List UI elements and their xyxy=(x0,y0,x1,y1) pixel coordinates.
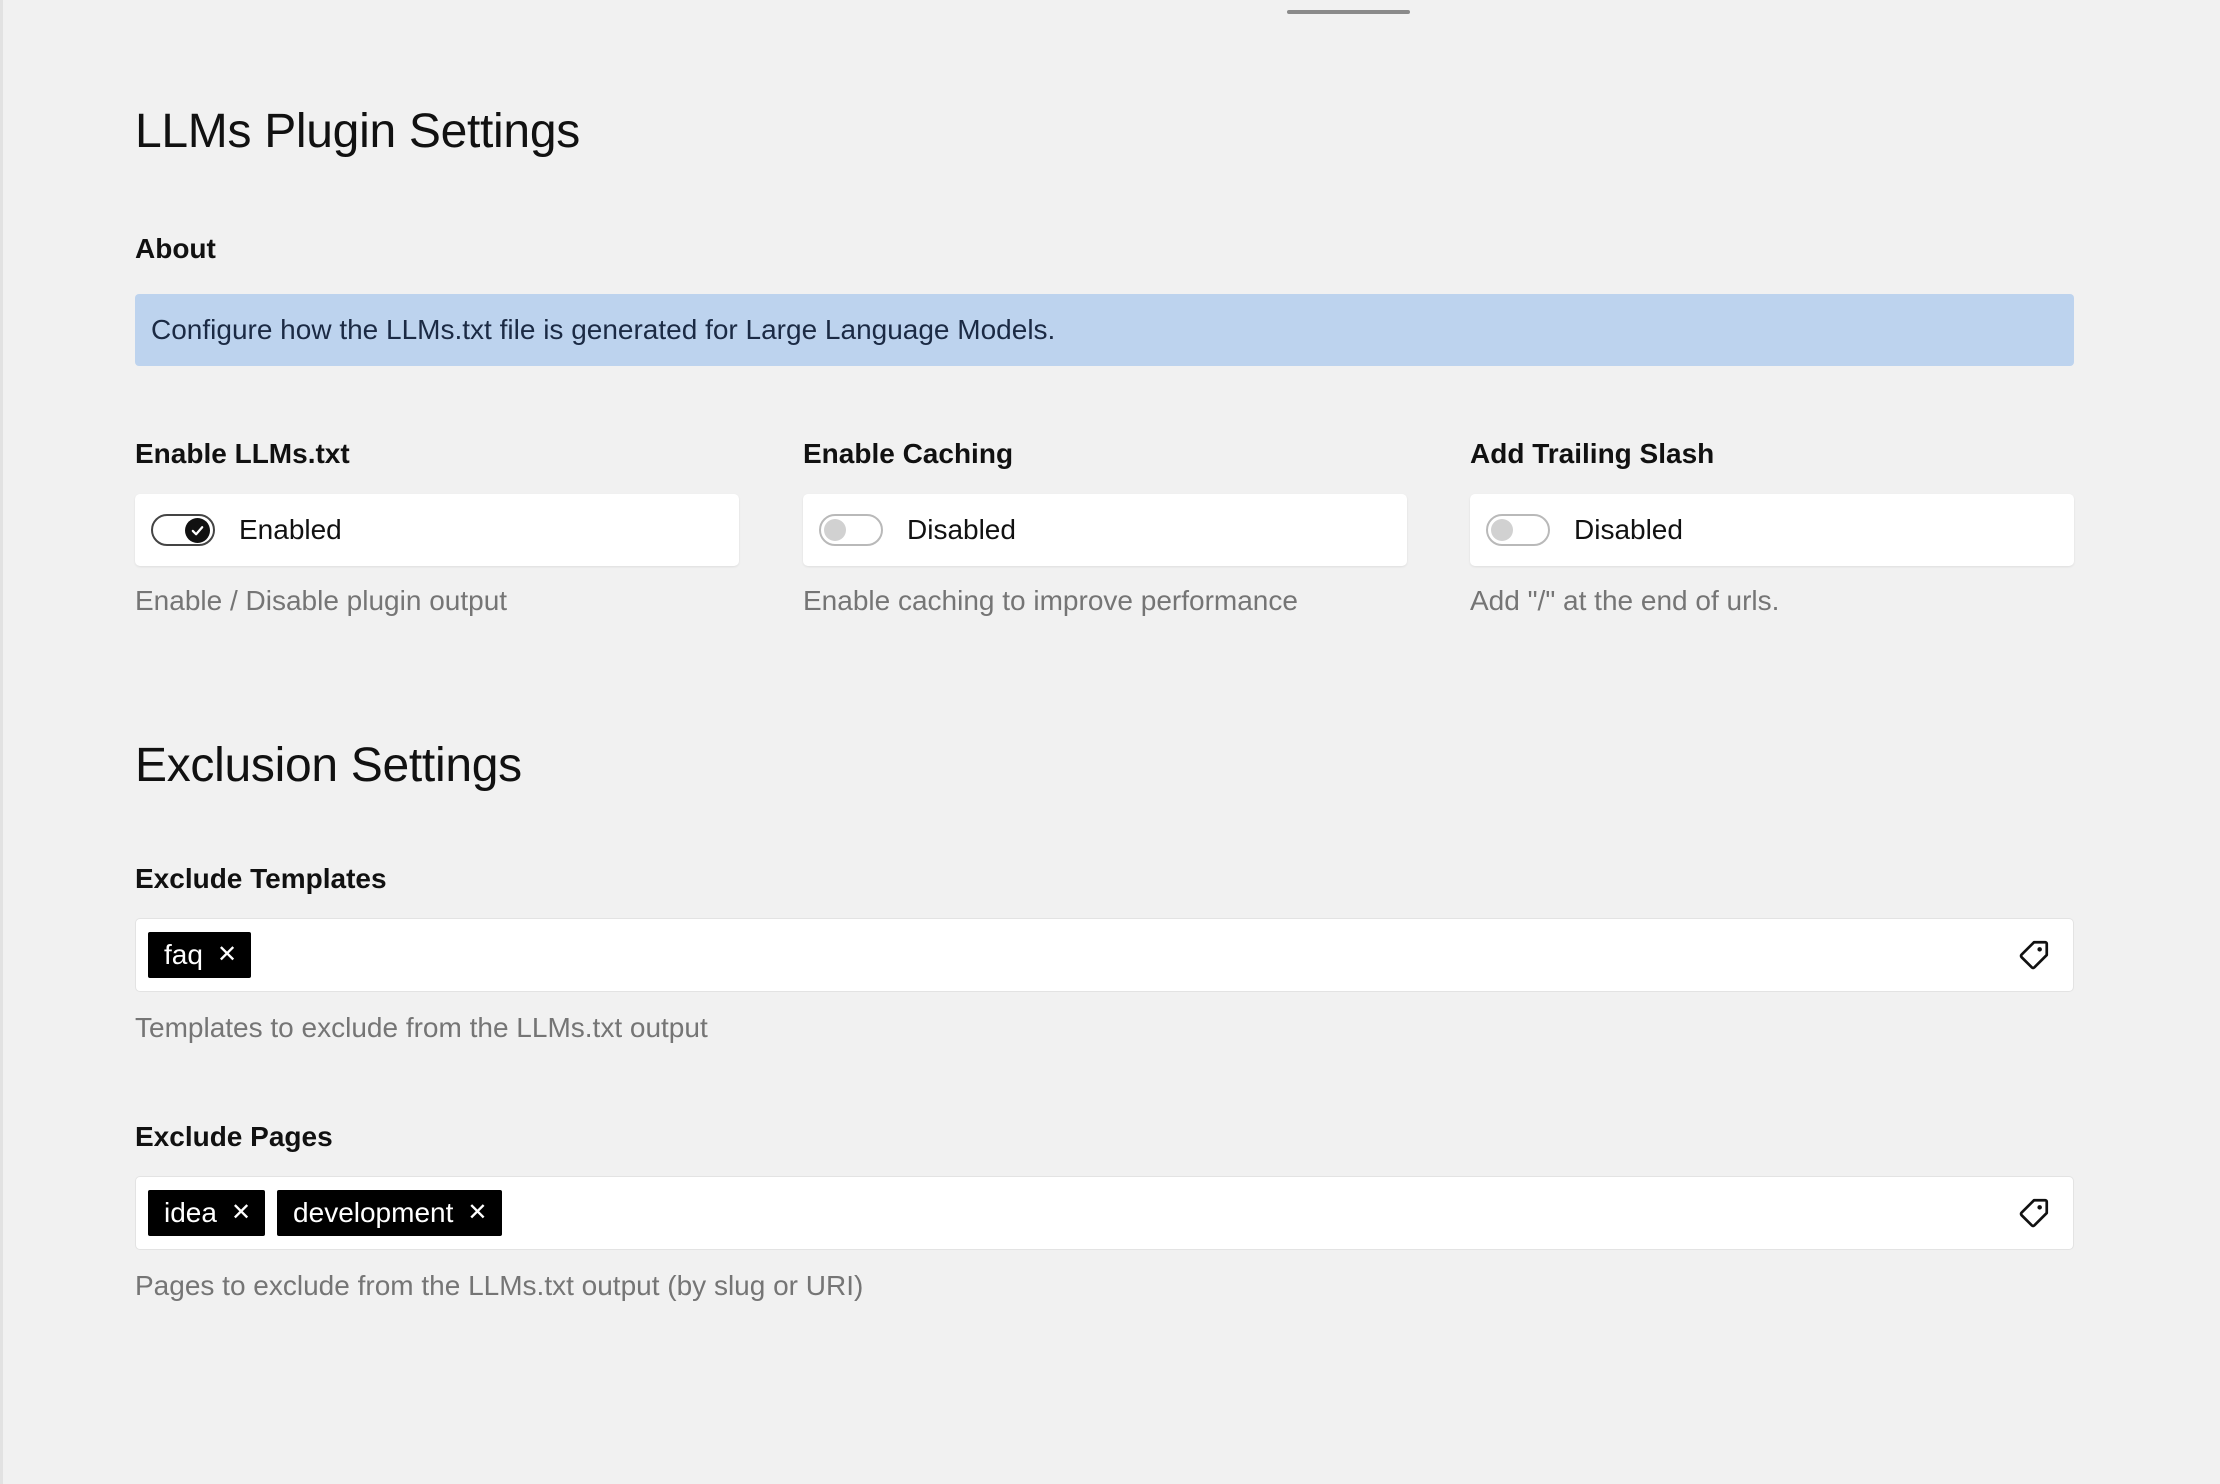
enable-llms-state: Enabled xyxy=(239,514,342,545)
enable-caching-state: Disabled xyxy=(907,514,1016,545)
exclude-templates-field[interactable]: faq ✕ xyxy=(135,918,2074,992)
trailing-slash-toggle-box[interactable]: Disabled xyxy=(1470,494,2074,566)
trailing-slash-switch[interactable] xyxy=(1486,514,1550,546)
close-icon[interactable]: ✕ xyxy=(217,943,237,967)
enable-caching-switch[interactable] xyxy=(819,514,883,546)
tag-icon xyxy=(2019,940,2049,970)
about-label: About xyxy=(135,233,216,264)
enable-caching-label: Enable Caching xyxy=(803,438,1014,469)
exclude-pages-label: Exclude Pages xyxy=(135,1121,333,1152)
left-border xyxy=(0,0,3,1484)
enable-caching-toggle-box[interactable]: Disabled xyxy=(803,494,1407,566)
trailing-slash-state: Disabled xyxy=(1574,514,1683,545)
enable-llms-switch[interactable] xyxy=(151,514,215,546)
tag-icon xyxy=(2019,1198,2049,1228)
exclude-templates-help: Templates to exclude from the LLMs.txt o… xyxy=(135,1012,708,1043)
switch-knob xyxy=(185,518,210,543)
tag-chip: faq ✕ xyxy=(148,932,252,978)
exclude-pages-help: Pages to exclude from the LLMs.txt outpu… xyxy=(135,1270,864,1301)
active-tab-indicator xyxy=(1287,10,1410,14)
enable-caching-help: Enable caching to improve performance xyxy=(803,585,1298,616)
about-notice: Configure how the LLMs.txt file is gener… xyxy=(135,294,2074,366)
page-title: LLMs Plugin Settings xyxy=(135,105,580,158)
tag-chip-label: idea xyxy=(164,1197,217,1228)
tag-chip: idea ✕ xyxy=(148,1190,266,1236)
exclude-templates-label: Exclude Templates xyxy=(135,863,387,894)
switch-knob xyxy=(824,519,846,541)
trailing-slash-help: Add "/" at the end of urls. xyxy=(1470,585,1780,616)
exclude-pages-field[interactable]: idea ✕ development ✕ xyxy=(135,1176,2074,1250)
close-icon[interactable]: ✕ xyxy=(231,1201,251,1225)
tag-chip-label: development xyxy=(293,1197,454,1228)
tag-chip-label: faq xyxy=(164,939,203,970)
exclusion-settings-title: Exclusion Settings xyxy=(135,739,522,792)
enable-llms-help: Enable / Disable plugin output xyxy=(135,585,508,616)
settings-page: LLMs Plugin Settings About Configure how… xyxy=(0,0,2220,1484)
trailing-slash-label: Add Trailing Slash xyxy=(1470,438,1715,469)
switch-knob xyxy=(1491,519,1513,541)
tag-chip: development ✕ xyxy=(277,1190,502,1236)
close-icon[interactable]: ✕ xyxy=(467,1201,487,1225)
check-icon xyxy=(191,526,204,536)
about-notice-text: Configure how the LLMs.txt file is gener… xyxy=(151,314,1056,345)
enable-llms-label: Enable LLMs.txt xyxy=(135,438,350,469)
enable-llms-toggle-box[interactable]: Enabled xyxy=(135,494,739,566)
